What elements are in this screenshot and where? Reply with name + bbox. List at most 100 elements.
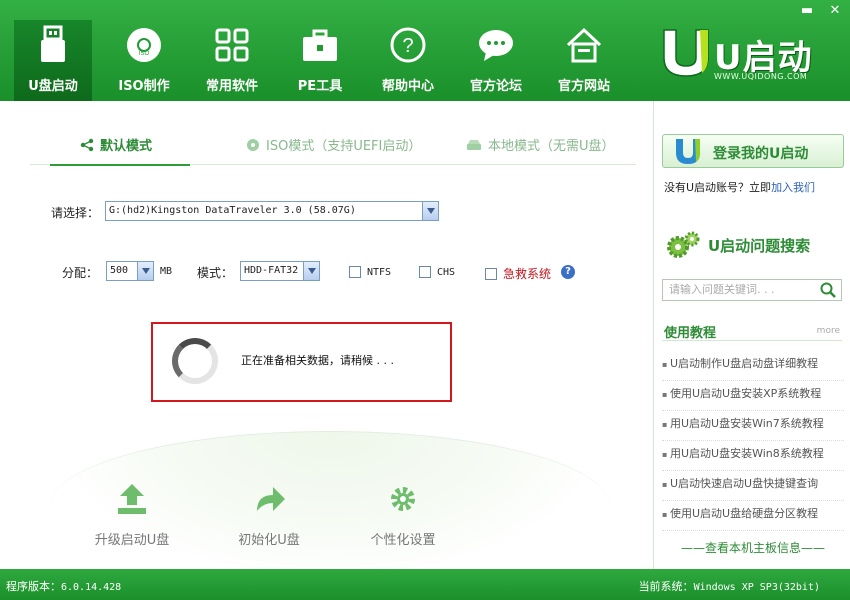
main-nav: U盘启动 ISO ISO制作 常用软件 PE工具 ? 帮助中心 官方论坛 官方网… xyxy=(14,20,628,101)
question-search-input[interactable]: 请输入问题关键词. . . xyxy=(662,279,842,301)
tutorial-link[interactable]: 使用U启动U盘安装XP系统教程 xyxy=(662,381,844,411)
nav-forum[interactable]: 官方论坛 xyxy=(452,20,540,101)
close-button[interactable]: ✕ xyxy=(828,3,842,19)
help-icon[interactable]: ? xyxy=(561,265,575,279)
nav-iso[interactable]: ISO ISO制作 xyxy=(100,20,188,101)
chevron-down-icon[interactable] xyxy=(422,202,438,220)
register-link[interactable]: 加入我们 xyxy=(771,181,815,194)
version-label: 程序版本： xyxy=(6,580,61,593)
tutorial-link[interactable]: U启动制作U盘启动盘详细教程 xyxy=(662,351,844,381)
loading-dialog: 正在准备相关数据，请稍候 . . . xyxy=(151,322,452,402)
search-icon[interactable] xyxy=(820,282,836,298)
tool-label: 升级启动U盘 xyxy=(94,533,170,548)
tutorials-header: 使用教程 more xyxy=(662,319,842,341)
upgrade-usb-button[interactable]: 升级启动U盘 xyxy=(90,481,174,548)
tab-default-mode[interactable]: 默认模式 xyxy=(80,135,152,154)
motherboard-info-link[interactable]: ——查看本机主板信息—— xyxy=(662,539,844,556)
nav-software[interactable]: 常用软件 xyxy=(188,20,276,101)
question-icon: ? xyxy=(390,27,426,63)
usb-drive-icon xyxy=(41,25,65,62)
device-select-label: 请选择： xyxy=(51,206,100,220)
chevron-down-icon[interactable] xyxy=(303,262,319,280)
disc-icon: ISO xyxy=(127,28,161,62)
tutorial-link[interactable]: 使用U启动U盘给硬盘分区教程 xyxy=(662,501,844,531)
right-sidebar: 登录我的U启动 没有U启动账号？立即加入我们 U启动问题搜索 请输入问题关键词.… xyxy=(653,101,850,569)
alloc-unit: MB xyxy=(160,266,173,277)
tutorial-link[interactable]: 用U启动U盘安装Win8系统教程 xyxy=(662,441,844,471)
tool-label: 初始化U盘 xyxy=(238,533,300,548)
ntfs-checkbox[interactable]: NTFS xyxy=(349,266,391,278)
more-link[interactable]: more xyxy=(817,326,840,336)
nav-website[interactable]: 官方网站 xyxy=(540,20,628,101)
tab-iso-mode[interactable]: ISO模式（支持UEFI启动） xyxy=(246,135,421,154)
chs-checkbox[interactable]: CHS xyxy=(419,266,455,278)
alloc-select[interactable]: 500 xyxy=(106,261,154,281)
window-controls: ▬ ✕ xyxy=(800,3,842,19)
disc-icon xyxy=(247,138,259,151)
login-button[interactable]: 登录我的U启动 xyxy=(662,134,844,168)
tab-label: 本地模式（无需U盘） xyxy=(488,139,615,154)
chs-label: CHS xyxy=(437,266,456,278)
chat-icon xyxy=(479,30,513,61)
mode-tabs: 默认模式 ISO模式（支持UEFI启动） 本地模式（无需U盘） xyxy=(30,129,636,166)
svg-text:?: ? xyxy=(402,35,413,57)
nav-label: 常用软件 xyxy=(205,79,258,94)
alloc-label: 分配： xyxy=(62,266,99,280)
loading-text: 正在准备相关数据，请稍候 . . . xyxy=(241,354,394,367)
personalize-button[interactable]: 个性化设置 xyxy=(366,481,440,548)
search-section-title: U启动问题搜索 xyxy=(664,229,810,261)
redo-arrow-icon xyxy=(257,487,285,511)
brand-logo: U启动 WWW.UQIDONG.COM xyxy=(660,26,820,86)
mode-label: 模式： xyxy=(197,266,234,280)
nav-label: 官方网站 xyxy=(557,79,610,94)
search-placeholder: 请输入问题关键词. . . xyxy=(669,283,775,296)
upload-icon xyxy=(118,484,146,514)
format-mode-select[interactable]: HDD-FAT32 xyxy=(240,261,320,281)
alloc-select-value: 500 xyxy=(110,265,129,276)
ntfs-label: NTFS xyxy=(367,266,392,278)
u-logo-icon xyxy=(676,139,700,164)
status-bar: 程序版本：6.0.14.428 当前系统：Windows XP SP3(32bi… xyxy=(0,569,850,600)
nav-label: 帮助中心 xyxy=(381,79,434,94)
u-logo-icon xyxy=(663,29,709,77)
device-select[interactable]: G:(hd2)Kingston DataTraveler 3.0 (58.07G… xyxy=(105,201,439,221)
login-label: 登录我的U启动 xyxy=(713,146,809,162)
tab-label: ISO模式（支持UEFI启动） xyxy=(266,139,422,154)
version-info: 程序版本：6.0.14.428 xyxy=(6,578,121,594)
active-tab-indicator xyxy=(50,164,190,166)
toolbox-icon xyxy=(303,29,337,61)
tutorials-list: U启动制作U盘启动盘详细教程 使用U启动U盘安装XP系统教程 用U启动U盘安装W… xyxy=(662,351,844,531)
checkbox-box[interactable] xyxy=(349,266,361,278)
nav-label: PE工具 xyxy=(297,79,343,94)
register-prefix: 没有U启动账号？立即 xyxy=(664,181,772,194)
rescue-system-checkbox[interactable]: 急救系统 xyxy=(485,265,551,282)
home-icon xyxy=(566,27,602,63)
nav-label: 官方论坛 xyxy=(469,79,522,94)
nav-help[interactable]: ? 帮助中心 xyxy=(364,20,452,101)
rescue-system-label: 急救系统 xyxy=(503,267,552,281)
checkbox-box[interactable] xyxy=(485,267,497,280)
nav-usb-boot[interactable]: U盘启动 xyxy=(14,20,92,101)
nav-label: U盘启动 xyxy=(28,79,78,94)
system-label: 当前系统： xyxy=(638,580,694,593)
svg-text:ISO: ISO xyxy=(139,51,150,57)
gears-icon xyxy=(667,231,700,258)
register-prompt: 没有U启动账号？立即加入我们 xyxy=(664,179,815,195)
init-usb-button[interactable]: 初始化U盘 xyxy=(232,481,306,548)
nav-pe-tools[interactable]: PE工具 xyxy=(276,20,364,101)
drive-icon xyxy=(467,139,481,150)
system-value: Windows XP SP3(32bit) xyxy=(693,582,820,593)
chevron-down-icon[interactable] xyxy=(137,262,153,280)
tool-label: 个性化设置 xyxy=(370,533,436,548)
tutorial-link[interactable]: 用U启动U盘安装Win7系统教程 xyxy=(662,411,844,441)
checkbox-box[interactable] xyxy=(419,266,431,278)
spinner-icon xyxy=(172,338,218,384)
gear-icon xyxy=(391,487,415,511)
tab-local-mode[interactable]: 本地模式（无需U盘） xyxy=(466,135,615,154)
tab-label: 默认模式 xyxy=(100,139,153,154)
tutorial-link[interactable]: U启动快速启动U盘快捷键查询 xyxy=(662,471,844,501)
top-toolbar: ▬ ✕ U盘启动 ISO ISO制作 常用软件 PE工具 ? 帮助中心 官方论坛… xyxy=(0,0,850,101)
grid-apps-icon xyxy=(215,28,249,62)
minimize-button[interactable]: ▬ xyxy=(800,3,814,19)
nav-label: ISO制作 xyxy=(118,79,170,94)
